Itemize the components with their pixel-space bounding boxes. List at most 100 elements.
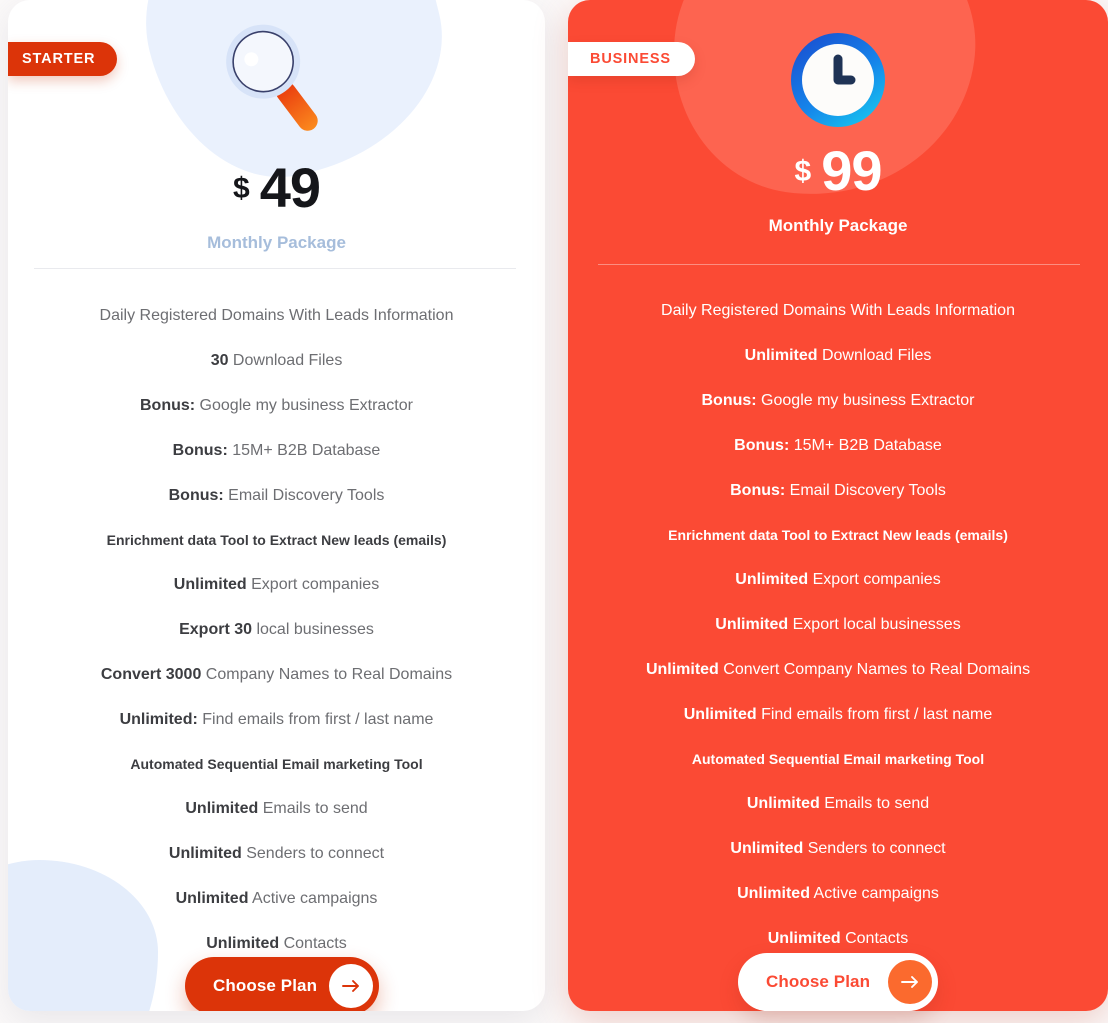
feature-highlight: Unlimited (730, 839, 804, 857)
currency-symbol: $ (233, 172, 250, 205)
feature-text: Unlimited Emails to send (746, 795, 930, 813)
feature-item: Unlimited Export companies (568, 558, 1108, 603)
currency-symbol: $ (794, 155, 812, 188)
feature-item: Automated Sequential Email marketing Too… (8, 742, 545, 787)
feature-text: Unlimited Active campaigns (737, 884, 939, 902)
feature-text: Daily Registered Domains With Leads Info… (661, 302, 1015, 320)
feature-text: Unlimited Senders to connect (730, 839, 946, 857)
feature-text: Unlimited Contacts (206, 934, 347, 952)
feature-highlight: Automated Sequential Email marketing Too… (691, 751, 985, 768)
feature-highlight: Unlimited (746, 795, 820, 813)
arrow-right-icon (888, 960, 932, 1004)
clock-icon (791, 33, 885, 127)
plan-badge-label: BUSINESS (590, 51, 671, 67)
feature-item: 30 Download Files (8, 339, 545, 384)
feature-highlight: Bonus: (168, 486, 224, 504)
feature-item: Unlimited Download Files (568, 334, 1108, 379)
feature-text: Unlimited Find emails from first / last … (683, 705, 993, 723)
pricing-card-business: BUSINESS $ 99 Monthly Package Daily Regi… (568, 0, 1108, 1011)
feature-text: Unlimited Export local businesses (715, 615, 961, 633)
choose-plan-button-business[interactable]: Choose Plan (738, 953, 938, 1011)
feature-item: Bonus: Email Discovery Tools (568, 468, 1108, 513)
magnifier-icon (225, 24, 318, 131)
card-divider-business (598, 264, 1080, 265)
feature-item: Export 30 local businesses (8, 608, 545, 653)
feature-item: Bonus: 15M+ B2B Database (568, 423, 1108, 468)
plan-badge-starter: STARTER (8, 42, 118, 76)
feature-text: 30 Download Files (210, 352, 343, 370)
feature-text: Bonus: 15M+ B2B Database (734, 436, 942, 454)
feature-text: Export 30 local businesses (179, 620, 374, 638)
feature-item: Unlimited Export companies (8, 563, 545, 608)
price-block-starter: $ 49 Monthly Package (8, 160, 545, 253)
feature-highlight: Unlimited (206, 934, 280, 952)
feature-item: Unlimited Active campaigns (568, 871, 1108, 916)
feature-item: Daily Registered Domains With Leads Info… (8, 294, 545, 339)
price-row: $ 99 (568, 143, 1108, 199)
feature-highlight: Unlimited (185, 800, 259, 818)
feature-item: Unlimited Senders to connect (8, 832, 545, 877)
feature-item: Unlimited Export local businesses (568, 603, 1108, 648)
feature-text: Unlimited Senders to connect (168, 844, 385, 862)
feature-highlight: Bonus: (734, 436, 790, 454)
pricing-card-starter: STARTER $ 49 Monthly Package Daily Regis… (8, 0, 545, 1011)
arrow-right-icon (329, 964, 373, 1008)
feature-highlight: Unlimited (767, 929, 841, 947)
feature-highlight: 30 (210, 352, 229, 370)
feature-highlight: Unlimited (744, 347, 818, 365)
feature-highlight: Unlimited (168, 844, 242, 862)
feature-item: Convert 3000 Company Names to Real Domai… (8, 652, 545, 697)
price-row: $ 49 (8, 160, 545, 216)
choose-plan-label: Choose Plan (766, 972, 871, 991)
price-block-business: $ 99 Monthly Package (568, 143, 1108, 236)
feature-highlight: Unlimited (173, 576, 247, 594)
choose-plan-button-starter[interactable]: Choose Plan (185, 957, 379, 1011)
feature-text: Unlimited: Find emails from first / last… (119, 710, 434, 728)
feature-text: Enrichment data Tool to Extract New lead… (107, 532, 447, 548)
billing-period: Monthly Package (207, 233, 346, 252)
feature-highlight: Bonus: (730, 481, 786, 499)
price-amount: 99 (821, 139, 882, 202)
feature-text: Bonus: Google my business Extractor (140, 396, 413, 414)
feature-highlight: Export 30 (179, 620, 253, 638)
feature-highlight: Unlimited (715, 615, 789, 633)
feature-text: Bonus: Email Discovery Tools (168, 486, 385, 504)
feature-highlight: Unlimited (175, 889, 249, 907)
feature-item: Unlimited Senders to connect (568, 827, 1108, 872)
feature-text: Bonus: Email Discovery Tools (730, 481, 946, 499)
feature-text: Unlimited Contacts (767, 929, 909, 947)
feature-highlight: Enrichment data Tool to Extract New lead… (668, 527, 1008, 544)
feature-highlight: Bonus: (172, 441, 228, 459)
billing-period: Monthly Package (768, 216, 908, 235)
feature-text: Unlimited Convert Company Names to Real … (645, 660, 1031, 678)
feature-item: Bonus: Email Discovery Tools (8, 473, 545, 518)
feature-text: Bonus: Google my business Extractor (701, 391, 975, 409)
choose-plan-label: Choose Plan (213, 976, 318, 995)
feature-highlight: Enrichment data Tool to Extract New lead… (106, 532, 447, 549)
feature-list-business: Daily Registered Domains With Leads Info… (568, 289, 1108, 961)
feature-highlight: Convert 3000 (100, 665, 202, 683)
feature-text: Bonus: 15M+ B2B Database (172, 441, 381, 459)
feature-text: Unlimited Export companies (735, 571, 941, 589)
pricing-page: STARTER $ 49 Monthly Package Daily Regis… (0, 0, 1108, 1023)
feature-item: Unlimited Find emails from first / last … (568, 692, 1108, 737)
feature-item: Unlimited Convert Company Names to Real … (568, 647, 1108, 692)
feature-item: Automated Sequential Email marketing Too… (568, 737, 1108, 782)
plan-badge-business: BUSINESS (568, 42, 695, 76)
arrow-right-glyph (900, 976, 918, 988)
feature-item: Unlimited Active campaigns (8, 876, 545, 921)
card-divider-starter (34, 268, 516, 269)
plan-badge-label: STARTER (22, 51, 96, 67)
feature-item: Unlimited: Find emails from first / last… (8, 697, 545, 742)
feature-item: Unlimited Emails to send (8, 787, 545, 832)
feature-text: Automated Sequential Email marketing Too… (130, 756, 422, 772)
feature-item: Unlimited Emails to send (568, 782, 1108, 827)
feature-text: Daily Registered Domains With Leads Info… (99, 307, 454, 325)
feature-text: Unlimited Download Files (744, 347, 932, 365)
arrow-right-glyph (341, 980, 359, 992)
feature-text: Convert 3000 Company Names to Real Domai… (100, 665, 453, 683)
feature-item: Bonus: 15M+ B2B Database (8, 428, 545, 473)
feature-text: Enrichment data Tool to Extract New lead… (668, 527, 1008, 543)
feature-item: Daily Registered Domains With Leads Info… (568, 289, 1108, 334)
feature-highlight: Unlimited (645, 660, 719, 678)
